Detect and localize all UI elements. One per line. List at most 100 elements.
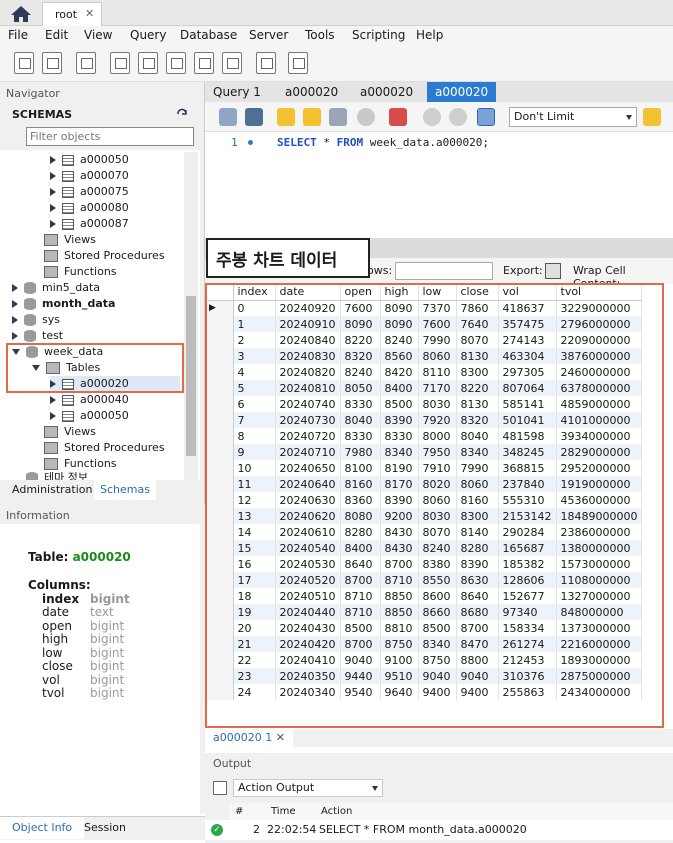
execute-icon[interactable]: [277, 108, 295, 126]
new-sql-tab-icon[interactable]: [14, 52, 34, 74]
output-row[interactable]: ✓ 2 22:02:54 SELECT * FROM month_data.a0…: [205, 820, 673, 840]
menu-tools[interactable]: Tools: [305, 28, 335, 42]
create-view-icon[interactable]: [166, 52, 186, 74]
tree-item-label: Stored Procedures: [64, 249, 165, 262]
functions-icon: [44, 266, 58, 278]
tab-session[interactable]: Session: [84, 821, 126, 834]
tree-item-table[interactable]: a000040: [50, 392, 129, 408]
tree-item-table[interactable]: a000080: [50, 200, 129, 216]
open-sql-file-icon[interactable]: [42, 52, 62, 74]
search-table-data-icon[interactable]: [256, 52, 276, 74]
tree-item-label: test: [42, 329, 64, 342]
tree-item-schema[interactable]: min5_data: [12, 280, 100, 296]
tab-a000020[interactable]: a000020: [360, 82, 413, 102]
create-table-icon[interactable]: [138, 52, 158, 74]
expand-arrow-icon[interactable]: [12, 316, 18, 324]
rollback-icon[interactable]: [449, 108, 467, 126]
tree-item-label: Stored Procedures: [64, 441, 165, 454]
column-name: date: [42, 605, 70, 619]
open-file-icon[interactable]: [219, 108, 237, 126]
expand-arrow-icon[interactable]: [12, 332, 18, 340]
menu-scripting[interactable]: Scripting: [352, 28, 405, 42]
expand-arrow-icon[interactable]: [50, 412, 56, 420]
add-snippet-icon[interactable]: [643, 108, 661, 126]
tab-query-1[interactable]: Query 1: [213, 82, 261, 102]
explain-icon[interactable]: [329, 108, 347, 126]
tree-item-views[interactable]: Views: [44, 424, 96, 440]
menu-database[interactable]: Database: [180, 28, 237, 42]
tree-item-procedures[interactable]: Stored Procedures: [44, 440, 165, 456]
expand-arrow-icon[interactable]: [50, 156, 56, 164]
expand-arrow-icon[interactable]: [12, 284, 18, 292]
tree-item-functions[interactable]: Functions: [44, 264, 117, 280]
expand-arrow-icon[interactable]: [50, 188, 56, 196]
menu-server[interactable]: Server: [249, 28, 288, 42]
output-type-select[interactable]: Action Output: [233, 779, 383, 797]
tree-item-label: min5_data: [42, 281, 101, 294]
limit-select[interactable]: Don't Limit: [509, 107, 637, 127]
navigator-scrollbar-thumb[interactable]: [186, 296, 196, 456]
toggle-error-icon[interactable]: [389, 108, 407, 126]
tree-item-table[interactable]: a000075: [50, 184, 129, 200]
tree-item-views[interactable]: Views: [44, 232, 96, 248]
commit-icon[interactable]: [423, 108, 441, 126]
tree-item-schema[interactable]: test: [12, 328, 63, 344]
menu-query[interactable]: Query: [130, 28, 166, 42]
expand-arrow-icon[interactable]: [12, 300, 18, 308]
tree-item-schema-partial[interactable]: 테마 정보: [12, 472, 88, 480]
chevron-down-icon: [372, 786, 378, 791]
tree-item-procedures[interactable]: Stored Procedures: [44, 248, 165, 264]
filter-rows-input[interactable]: [395, 262, 493, 280]
tree-item-table[interactable]: a000050: [50, 152, 129, 168]
sql-text[interactable]: SELECT * FROM week_data.a000020;: [277, 136, 489, 149]
stop-icon[interactable]: [357, 108, 375, 126]
filter-objects-input[interactable]: [26, 127, 194, 146]
execute-current-icon[interactable]: [303, 108, 321, 126]
tab-a000020[interactable]: a000020: [285, 82, 338, 102]
tree-item-label: Views: [64, 425, 96, 438]
close-icon[interactable]: ✕: [276, 731, 285, 744]
tree-item-schema[interactable]: month_data: [12, 296, 115, 312]
menu-file[interactable]: File: [8, 28, 28, 42]
column-name: low: [42, 646, 63, 660]
expand-arrow-icon[interactable]: [50, 204, 56, 212]
expand-arrow-icon[interactable]: [50, 396, 56, 404]
save-icon[interactable]: [245, 108, 263, 126]
create-function-icon[interactable]: [222, 52, 242, 74]
reconnect-icon[interactable]: [288, 52, 308, 74]
connection-tab[interactable]: root ✕: [42, 2, 102, 26]
tab-administration[interactable]: Administration: [12, 483, 93, 496]
menu-edit[interactable]: Edit: [45, 28, 68, 42]
tree-item-table[interactable]: a000070: [50, 168, 129, 184]
database-icon: [24, 282, 36, 294]
export-icon[interactable]: [545, 263, 561, 279]
refresh-icon[interactable]: [176, 108, 188, 120]
sql-star: *: [316, 136, 337, 149]
tree-item-functions[interactable]: Functions: [44, 456, 117, 472]
tree-item-label: a000040: [80, 393, 129, 406]
create-procedure-icon[interactable]: [194, 52, 214, 74]
tab-a000020-active[interactable]: a000020: [427, 82, 497, 102]
home-icon[interactable]: [8, 4, 34, 24]
tab-object-info[interactable]: Object Info: [0, 817, 85, 839]
menu-view[interactable]: View: [84, 28, 112, 42]
table-name: a000020: [72, 550, 131, 564]
close-icon[interactable]: ✕: [85, 7, 94, 20]
tree-item-table[interactable]: a000087: [50, 216, 129, 232]
output-row-action: SELECT * FROM month_data.a000020: [319, 823, 527, 836]
tree-item-label: a000050: [80, 153, 129, 166]
expand-arrow-icon[interactable]: [50, 220, 56, 228]
tree-item-table[interactable]: a000050: [50, 408, 129, 424]
tab-schemas[interactable]: Schemas: [94, 480, 156, 500]
menu-help[interactable]: Help: [416, 28, 443, 42]
tree-item-schema[interactable]: sys: [12, 312, 60, 328]
tree-item-label: a000075: [80, 185, 129, 198]
tab-result[interactable]: a000020 1 ✕: [205, 729, 293, 747]
copy-output-icon[interactable]: [213, 781, 227, 795]
sql-keyword: FROM: [336, 136, 364, 149]
sql-editor[interactable]: 1 SELECT * FROM week_data.a000020;: [205, 132, 673, 238]
autocommit-icon[interactable]: [477, 108, 495, 126]
expand-arrow-icon[interactable]: [50, 172, 56, 180]
inspector-icon[interactable]: [76, 52, 96, 74]
create-schema-icon[interactable]: [110, 52, 130, 74]
